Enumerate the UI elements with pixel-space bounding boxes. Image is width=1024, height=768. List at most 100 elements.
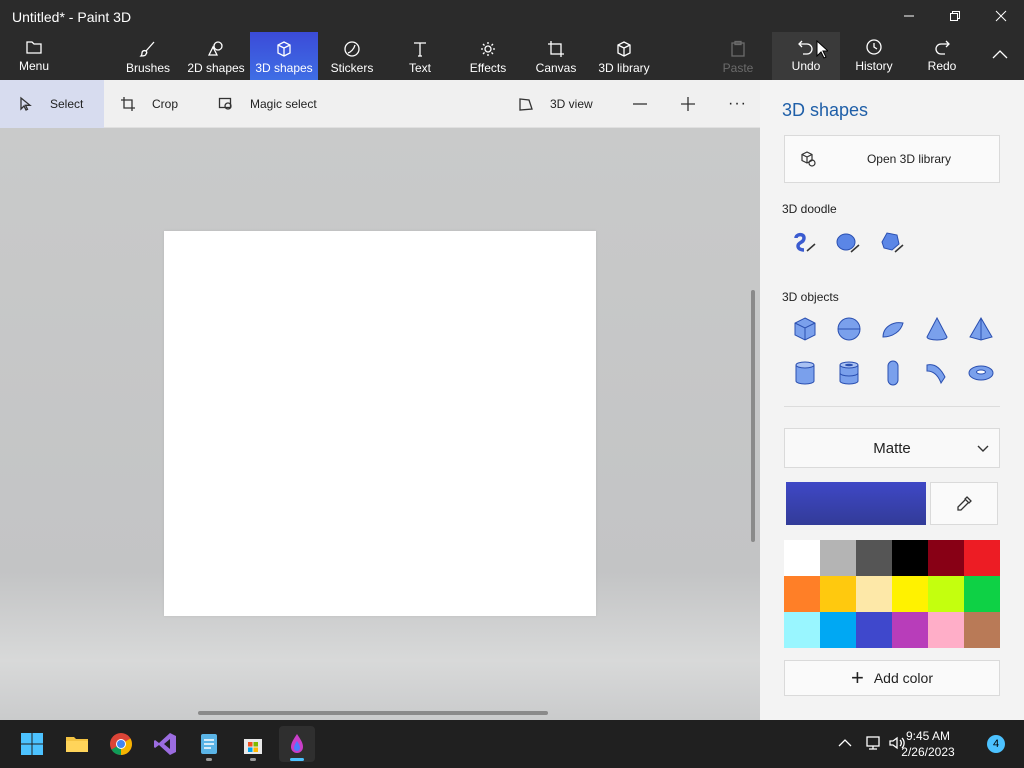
undo-button[interactable]: Undo (772, 32, 840, 80)
tab-3d-shapes[interactable]: 3D shapes (250, 32, 318, 80)
show-hidden-icons-button[interactable] (836, 734, 856, 754)
start-button[interactable] (14, 726, 50, 762)
horizontal-scrollbar[interactable] (198, 711, 548, 715)
material-dropdown[interactable]: Matte (784, 428, 1000, 468)
menu-button[interactable]: Menu (8, 32, 60, 80)
magic-select-button[interactable]: Magic select (218, 80, 317, 128)
notepad-icon (201, 734, 217, 754)
minimize-icon (904, 15, 914, 17)
redo-button[interactable]: Redo (918, 32, 966, 80)
cube-object-button[interactable] (789, 313, 821, 345)
minimize-button[interactable] (886, 0, 932, 32)
torus-object-button[interactable] (965, 357, 997, 389)
microsoft-store-button[interactable] (235, 726, 271, 762)
sphere-object-button[interactable] (833, 313, 865, 345)
color-swatch[interactable] (820, 576, 856, 612)
add-color-button[interactable]: + Add color (784, 660, 1000, 696)
close-button[interactable] (978, 0, 1024, 32)
pyramid-icon (969, 317, 993, 341)
file-explorer-button[interactable] (59, 726, 95, 762)
visual-studio-icon (154, 733, 176, 755)
undo-icon (798, 40, 813, 55)
tab-2d-shapes[interactable]: 2D shapes (184, 32, 248, 80)
tube-doodle-button[interactable] (876, 226, 908, 258)
tab-effects[interactable]: Effects (466, 32, 510, 80)
tab-text[interactable]: Text (400, 32, 440, 80)
zoom-in-button[interactable] (680, 80, 696, 128)
running-indicator (206, 758, 212, 761)
crop-label: Crop (152, 97, 179, 111)
tube-object-button[interactable] (833, 357, 865, 389)
panel-divider (784, 406, 1000, 407)
network-button[interactable] (864, 734, 884, 754)
3d-shapes-panel: 3D shapes Open 3D library 3D doodle 3D o… (760, 80, 1024, 720)
color-swatch[interactable] (892, 576, 928, 612)
bent-tube-object-button[interactable] (921, 357, 953, 389)
3d-view-button[interactable]: 3D view (518, 80, 593, 128)
color-swatch[interactable] (892, 540, 928, 576)
color-swatch[interactable] (928, 612, 964, 648)
soft-edge-doodle-button[interactable] (832, 226, 864, 258)
active-indicator (290, 758, 304, 761)
color-swatch[interactable] (964, 540, 1000, 576)
3d-view-icon (519, 98, 533, 111)
color-swatch[interactable] (892, 612, 928, 648)
chevron-down-icon (977, 445, 989, 452)
color-swatch[interactable] (820, 612, 856, 648)
eyedropper-button[interactable] (930, 482, 998, 525)
select-tool-button[interactable]: Select (0, 80, 104, 128)
close-icon (995, 10, 1007, 22)
color-swatch[interactable] (964, 576, 1000, 612)
color-swatch[interactable] (784, 540, 820, 576)
3d-library-icon (617, 41, 631, 57)
capsule-object-button[interactable] (877, 357, 909, 389)
tab-stickers[interactable]: Stickers (326, 32, 378, 80)
sphere-icon (837, 317, 861, 341)
visual-studio-button[interactable] (147, 726, 183, 762)
hemisphere-object-button[interactable] (877, 313, 909, 345)
history-button[interactable]: History (848, 32, 900, 80)
more-options-button[interactable]: ··· (728, 80, 747, 128)
color-swatch[interactable] (856, 576, 892, 612)
notification-badge[interactable]: 4 (987, 735, 1005, 753)
cone-object-button[interactable] (921, 313, 953, 345)
hemisphere-icon (882, 322, 904, 338)
tab-canvas[interactable]: Canvas (534, 32, 578, 80)
add-color-label: Add color (873, 670, 933, 686)
crop-tool-button[interactable]: Crop (120, 80, 178, 128)
paste-button[interactable]: Paste (716, 32, 760, 80)
chrome-button[interactable] (103, 726, 139, 762)
vertical-scrollbar[interactable] (751, 290, 755, 542)
color-swatch[interactable] (964, 612, 1000, 648)
color-swatch[interactable] (784, 612, 820, 648)
collapse-ribbon-button[interactable] (984, 32, 1016, 80)
drawing-canvas[interactable] (164, 231, 596, 616)
color-swatch[interactable] (856, 540, 892, 576)
color-swatch[interactable] (928, 576, 964, 612)
pyramid-object-button[interactable] (965, 313, 997, 345)
color-swatch[interactable] (784, 576, 820, 612)
tab-effects-label: Effects (469, 61, 507, 75)
cylinder-object-button[interactable] (789, 357, 821, 389)
current-color-swatch[interactable] (786, 482, 926, 525)
paint3d-taskbar-button[interactable] (279, 726, 315, 762)
redo-icon (935, 40, 950, 55)
cube-icon (277, 41, 291, 57)
open-3d-library-button[interactable]: Open 3D library (784, 135, 1000, 183)
color-swatch[interactable] (928, 540, 964, 576)
clock[interactable]: 9:45 AM 2/26/2023 (900, 728, 956, 760)
history-icon (866, 39, 882, 55)
plus-icon: + (850, 665, 864, 690)
notepad-button[interactable] (191, 726, 227, 762)
title-bar-and-ribbon: Untitled* - Paint 3D Menu Brushes 2D sha… (0, 0, 1024, 80)
tab-brushes[interactable]: Brushes (122, 32, 174, 80)
tab-text-label: Text (408, 61, 431, 75)
sharp-edge-doodle-button[interactable] (788, 226, 820, 258)
restore-button[interactable] (932, 0, 978, 32)
color-swatch[interactable] (820, 540, 856, 576)
redo-label: Redo (927, 59, 957, 73)
color-swatch[interactable] (856, 612, 892, 648)
tab-3d-library[interactable]: 3D library (596, 32, 652, 80)
canvas-workspace[interactable] (0, 128, 760, 720)
zoom-out-button[interactable] (632, 80, 648, 128)
